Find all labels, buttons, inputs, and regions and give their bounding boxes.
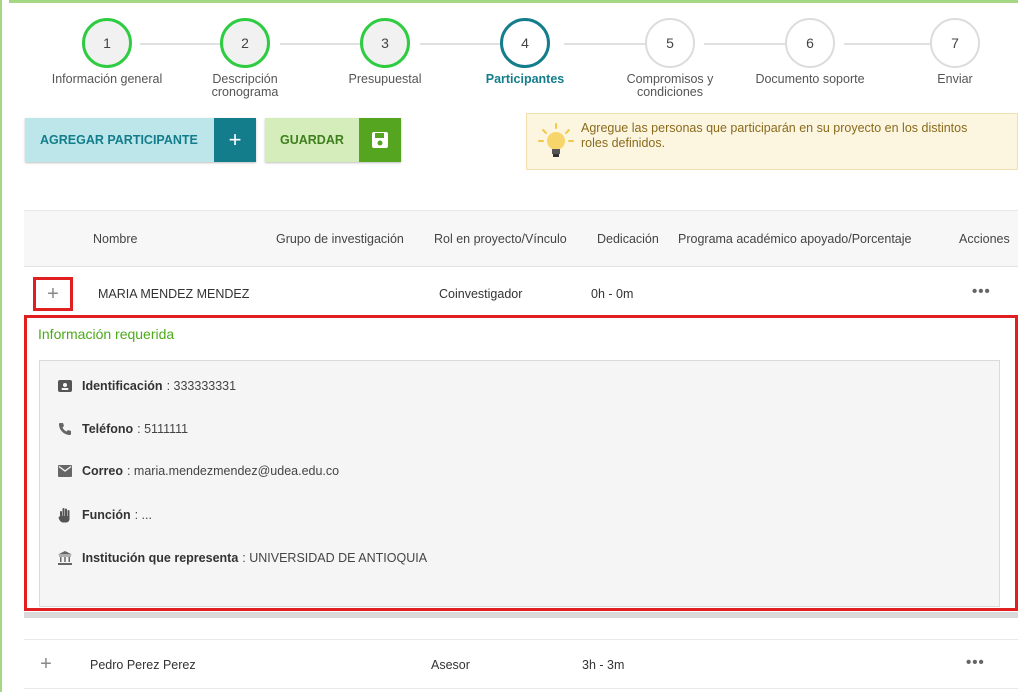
funcion-value: : ... xyxy=(134,508,152,522)
column-header-programa[interactable]: Programa académico apoyado/Porcentaje xyxy=(678,232,911,246)
lightbulb-icon xyxy=(537,122,575,160)
step-documento-soporte[interactable]: 6 Documento soporte xyxy=(740,18,880,86)
info-telefono: Teléfono : 5111111 xyxy=(57,421,188,437)
step-number: 5 xyxy=(645,18,695,68)
step-label: Documento soporte xyxy=(755,72,865,86)
bank-icon xyxy=(57,550,73,566)
step-descripcion-cronograma[interactable]: 2 Descripción cronograma xyxy=(175,18,315,99)
step-label: Descripción cronograma xyxy=(211,72,279,99)
frame-top-border xyxy=(0,0,1018,3)
step-number: 1 xyxy=(82,18,132,68)
step-enviar[interactable]: 7 Enviar xyxy=(885,18,1018,86)
cell-nombre: Pedro Perez Perez xyxy=(90,658,196,672)
cell-rol: Asesor xyxy=(431,658,470,672)
identificacion-label: Identificación xyxy=(82,379,163,393)
row-actions-menu[interactable]: ••• xyxy=(972,283,991,300)
detail-title: Información requerida xyxy=(38,326,175,342)
participants-table: Nombre Grupo de investigación Rol en pro… xyxy=(24,210,1018,692)
cell-nombre: MARIA MENDEZ MENDEZ xyxy=(98,287,250,301)
plus-icon: + xyxy=(214,118,256,162)
step-number: 4 xyxy=(500,18,550,68)
wizard-stepper: 1 Información general 2 Descripción cron… xyxy=(10,18,1018,108)
table-row: + MARIA MENDEZ MENDEZ Coinvestigador 0h … xyxy=(24,268,1018,316)
expand-row-button[interactable]: + xyxy=(33,277,73,311)
info-tip: Agregue las personas que participarán en… xyxy=(526,113,1018,170)
step-number: 3 xyxy=(360,18,410,68)
row-actions-menu[interactable]: ••• xyxy=(966,654,985,671)
save-button[interactable]: GUARDAR xyxy=(265,118,401,162)
column-header-rol[interactable]: Rol en proyecto/Vínculo xyxy=(434,232,567,246)
column-header-dedicacion[interactable]: Dedicación xyxy=(597,232,659,246)
cell-dedicacion: 0h - 0m xyxy=(591,287,634,301)
phone-icon xyxy=(57,421,73,437)
column-header-nombre[interactable]: Nombre xyxy=(93,232,137,246)
info-funcion: Función : ... xyxy=(57,507,152,523)
add-participant-button[interactable]: AGREGAR PARTICIPANTE + xyxy=(25,118,256,162)
funcion-label: Función xyxy=(82,508,131,522)
frame-left-border xyxy=(0,0,9,692)
correo-label: Correo xyxy=(82,464,123,478)
step-label: Compromisos y condiciones xyxy=(626,72,714,99)
detail-info-box: Identificación : 333333331 Teléfono : 51… xyxy=(39,360,1000,607)
participant-detail-panel: Información requerida Identificación : 3… xyxy=(24,315,1018,611)
step-presupuestal[interactable]: 3 Presupuestal xyxy=(315,18,455,86)
institucion-label: Institución que representa xyxy=(82,551,239,565)
save-label: GUARDAR xyxy=(280,133,344,147)
floppy-disk-icon xyxy=(359,118,401,162)
step-label: Información general xyxy=(51,72,163,86)
tip-text-line1: Agregue las personas que participarán en… xyxy=(581,121,968,135)
cell-rol: Coinvestigador xyxy=(439,287,523,301)
column-header-grupo[interactable]: Grupo de investigación xyxy=(276,232,404,246)
step-compromisos-condiciones[interactable]: 5 Compromisos y condiciones xyxy=(600,18,740,99)
step-informacion-general[interactable]: 1 Información general xyxy=(37,18,177,86)
hand-icon xyxy=(57,507,73,523)
tip-text-line2: roles definidos. xyxy=(581,136,666,150)
column-header-acciones[interactable]: Acciones xyxy=(959,232,1010,246)
telefono-label: Teléfono xyxy=(82,422,134,436)
info-institucion: Institución que representa : UNIVERSIDAD… xyxy=(57,550,427,566)
step-label: Participantes xyxy=(485,72,565,86)
mail-icon xyxy=(57,463,73,479)
table-row: + Pedro Perez Perez Asesor 3h - 3m ••• xyxy=(24,639,1018,689)
step-label: Enviar xyxy=(937,72,973,86)
telefono-value: : 5111111 xyxy=(137,422,189,436)
correo-value: : maria.mendezmendez@udea.edu.co xyxy=(126,464,340,478)
step-number: 2 xyxy=(220,18,270,68)
info-identificacion: Identificación : 333333331 xyxy=(57,378,236,394)
id-card-icon xyxy=(57,378,73,394)
expand-row-button[interactable]: + xyxy=(26,647,66,681)
step-number: 7 xyxy=(930,18,980,68)
institucion-value: : UNIVERSIDAD DE ANTIOQUIA xyxy=(242,551,428,565)
add-participant-label: AGREGAR PARTICIPANTE xyxy=(40,133,198,147)
step-number: 6 xyxy=(785,18,835,68)
identificacion-value: : 333333331 xyxy=(166,379,237,393)
step-label: Presupuestal xyxy=(348,72,422,86)
cell-dedicacion: 3h - 3m xyxy=(582,658,625,672)
step-participantes[interactable]: 4 Participantes xyxy=(455,18,595,86)
info-correo: Correo : maria.mendezmendez@udea.edu.co xyxy=(57,463,339,479)
section-divider xyxy=(24,612,1018,618)
table-header: Nombre Grupo de investigación Rol en pro… xyxy=(24,211,1018,267)
